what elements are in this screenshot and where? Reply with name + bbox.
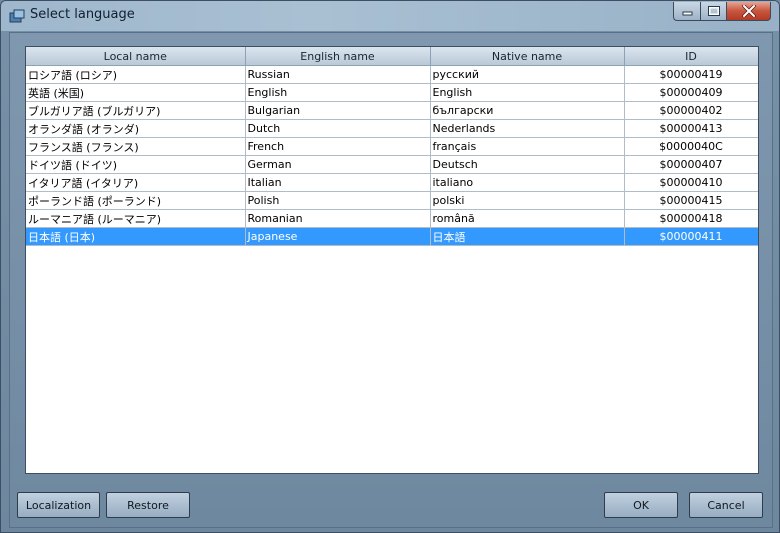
cell-english-name: English (245, 83, 431, 102)
cell-english-name: Japanese (245, 227, 431, 246)
cell-id: $00000410 (624, 173, 758, 192)
cell-native-name: polski (430, 191, 625, 210)
cell-id: $0000040C (624, 137, 758, 156)
localization-button[interactable]: Localization (17, 492, 100, 518)
column-header-native-name[interactable]: Native name (430, 47, 625, 66)
table-row[interactable]: オランダ語 (オランダ) Dutch Nederlands $00000413 (26, 119, 758, 138)
cell-local-name: ブルガリア語 (ブルガリア) (26, 101, 246, 120)
cell-english-name: German (245, 155, 431, 174)
table-row[interactable]: イタリア語 (イタリア) Italian italiano $00000410 (26, 173, 758, 192)
app-icon (9, 9, 25, 23)
table-row[interactable]: 英語 (米国) English English $00000409 (26, 83, 758, 102)
column-header-id[interactable]: ID (624, 47, 758, 66)
cell-english-name: Russian (245, 65, 431, 84)
language-table[interactable]: Local name English name Native name ID ロ… (25, 46, 759, 474)
column-header-local-name[interactable]: Local name (26, 47, 246, 66)
cell-english-name: French (245, 137, 431, 156)
cell-native-name: български (430, 101, 625, 120)
cell-english-name: Polish (245, 191, 431, 210)
cell-english-name: Dutch (245, 119, 431, 138)
cell-local-name: 日本語 (日本) (26, 227, 246, 246)
cell-id: $00000407 (624, 155, 758, 174)
cell-local-name: ポーランド語 (ポーランド) (26, 191, 246, 210)
minimize-button[interactable] (673, 2, 700, 21)
table-row[interactable]: ブルガリア語 (ブルガリア) Bulgarian български $0000040… (26, 101, 758, 120)
cell-id: $00000413 (624, 119, 758, 138)
minimize-icon (682, 11, 692, 15)
cell-local-name: ドイツ語 (ドイツ) (26, 155, 246, 174)
column-header-english-name[interactable]: English name (245, 47, 431, 66)
cell-id: $00000419 (624, 65, 758, 84)
table-row[interactable]: ロシア語 (ロシア) Russian русский $00000419 (26, 65, 758, 84)
table-row[interactable]: 日本語 (日本) Japanese 日本語 $00000411 (26, 227, 758, 246)
table-row[interactable]: フランス語 (フランス) French français $0000040C (26, 137, 758, 156)
close-icon (741, 5, 756, 17)
cell-english-name: Romanian (245, 209, 431, 228)
cell-local-name: フランス語 (フランス) (26, 137, 246, 156)
dialog-client-area: Local name English name Native name ID ロ… (9, 32, 773, 528)
ok-button[interactable]: OK (604, 492, 678, 518)
select-language-window: Select language Local name English name … (0, 0, 780, 533)
restore-button[interactable]: Restore (106, 492, 190, 518)
cell-local-name: ロシア語 (ロシア) (26, 65, 246, 84)
cell-local-name: オランダ語 (オランダ) (26, 119, 246, 138)
cell-local-name: 英語 (米国) (26, 83, 246, 102)
cell-id: $00000409 (624, 83, 758, 102)
table-row[interactable]: ドイツ語 (ドイツ) German Deutsch $00000407 (26, 155, 758, 174)
cell-id: $00000411 (624, 227, 758, 246)
cell-local-name: イタリア語 (イタリア) (26, 173, 246, 192)
table-header-row: Local name English name Native name ID (26, 47, 758, 66)
cell-native-name: italiano (430, 173, 625, 192)
cell-native-name: русский (430, 65, 625, 84)
cell-english-name: Bulgarian (245, 101, 431, 120)
cell-native-name: română (430, 209, 625, 228)
cell-id: $00000402 (624, 101, 758, 120)
cell-native-name: français (430, 137, 625, 156)
cell-native-name: Deutsch (430, 155, 625, 174)
maximize-icon (707, 6, 720, 16)
maximize-button[interactable] (700, 2, 726, 21)
cell-id: $00000418 (624, 209, 758, 228)
close-button[interactable] (726, 2, 771, 21)
cell-native-name: English (430, 83, 625, 102)
cell-native-name: 日本語 (430, 227, 625, 246)
cell-native-name: Nederlands (430, 119, 625, 138)
cell-local-name: ルーマニア語 (ルーマニア) (26, 209, 246, 228)
table-row[interactable]: ポーランド語 (ポーランド) Polish polski $00000415 (26, 191, 758, 210)
cancel-button[interactable]: Cancel (689, 492, 763, 518)
cell-id: $00000415 (624, 191, 758, 210)
title-bar[interactable]: Select language (1, 1, 779, 31)
window-title: Select language (30, 7, 135, 22)
cell-english-name: Italian (245, 173, 431, 192)
table-row[interactable]: ルーマニア語 (ルーマニア) Romanian română $00000418 (26, 209, 758, 228)
